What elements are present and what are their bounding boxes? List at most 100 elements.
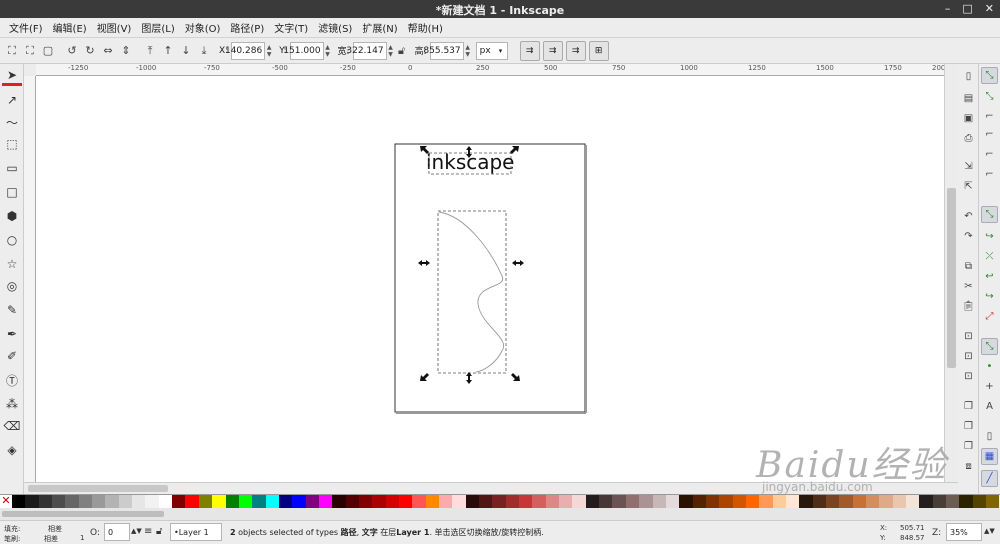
clone-icon[interactable]: ❐: [960, 418, 977, 435]
snap-bbox-midpoint-icon[interactable]: ⌐: [981, 146, 998, 163]
select-all-icon[interactable]: ⛶: [3, 42, 21, 60]
spiral-tool-icon[interactable]: ◎: [2, 276, 22, 296]
measure-tool-icon[interactable]: ▭: [2, 158, 22, 178]
copy-icon[interactable]: ⧉: [960, 258, 977, 275]
y-spinner-icon[interactable]: ▲ ▼: [324, 44, 332, 58]
scale-handle-sw[interactable]: [420, 373, 429, 381]
color-swatch[interactable]: [519, 495, 533, 509]
color-swatch[interactable]: [745, 495, 760, 509]
calligraphy-tool-icon[interactable]: ✐: [2, 346, 22, 366]
color-swatch[interactable]: [372, 495, 386, 509]
selector-tool-icon[interactable]: ➤: [2, 66, 22, 86]
scale-handle-w[interactable]: [418, 260, 430, 266]
menu-view[interactable]: 视图(V): [92, 20, 137, 35]
flip-horizontal-icon[interactable]: ⇔: [99, 42, 117, 60]
color-swatch[interactable]: [238, 495, 253, 509]
color-swatch[interactable]: [105, 495, 119, 509]
color-swatch[interactable]: [919, 495, 933, 509]
color-swatch[interactable]: [92, 495, 106, 509]
color-swatch[interactable]: [866, 495, 880, 509]
snap-bbox-center-icon[interactable]: ⌐: [981, 166, 998, 183]
color-swatch[interactable]: [385, 495, 399, 509]
color-swatch[interactable]: [78, 495, 93, 509]
move-gradients-toggle[interactable]: ⇉: [565, 40, 586, 61]
color-swatch[interactable]: [585, 495, 600, 509]
color-swatch[interactable]: [852, 495, 866, 509]
color-swatch[interactable]: [719, 495, 733, 509]
snap-smooth-icon[interactable]: ↪: [981, 288, 998, 305]
color-swatch[interactable]: [212, 495, 226, 509]
scale-corners-toggle[interactable]: ⇉: [542, 40, 563, 61]
zoom-tool-icon[interactable]: ⬚: [2, 134, 22, 154]
zoom-input[interactable]: 35%: [946, 523, 982, 541]
flip-vertical-icon[interactable]: ⇕: [117, 42, 135, 60]
print-icon[interactable]: ⎙: [960, 130, 977, 147]
color-swatch[interactable]: [65, 495, 79, 509]
snap-path-icon[interactable]: ↪: [981, 228, 998, 245]
color-swatch[interactable]: [959, 495, 973, 509]
width-input[interactable]: 322.147: [346, 41, 387, 60]
color-swatch[interactable]: [292, 495, 306, 509]
horizontal-scrollbar[interactable]: [24, 482, 958, 494]
lock-layer-icon[interactable]: 🔓︎: [156, 526, 162, 537]
lower-icon[interactable]: ↓: [177, 42, 195, 60]
color-swatch[interactable]: [679, 495, 693, 509]
x-input[interactable]: 140.286: [225, 41, 266, 60]
cut-icon[interactable]: ✂: [960, 278, 977, 295]
close-icon[interactable]: ✕: [985, 2, 994, 15]
snap-midpoint-icon[interactable]: ⤢: [981, 308, 998, 325]
color-swatch[interactable]: [599, 495, 613, 509]
snap-bbox-edge-icon[interactable]: ⌐: [981, 108, 998, 125]
open-icon[interactable]: ▤: [960, 90, 977, 107]
palette-scrollbar[interactable]: [0, 508, 1000, 520]
snap-center-icon[interactable]: •: [981, 358, 998, 375]
color-swatch[interactable]: [38, 495, 53, 509]
color-swatch[interactable]: [785, 495, 800, 509]
3d-box-tool-icon[interactable]: ⬢: [2, 206, 22, 226]
color-swatch[interactable]: [892, 495, 907, 509]
color-swatch[interactable]: [25, 495, 39, 509]
color-swatch[interactable]: [559, 495, 573, 509]
rectangle-tool-icon[interactable]: □: [2, 182, 22, 202]
color-swatch[interactable]: [332, 495, 346, 509]
color-swatch[interactable]: [145, 495, 159, 509]
menu-edit[interactable]: 编辑(E): [48, 20, 92, 35]
color-swatch[interactable]: [12, 495, 26, 509]
color-swatch[interactable]: [425, 495, 439, 509]
x-spinner-icon[interactable]: ▲ ▼: [265, 44, 273, 58]
color-swatch[interactable]: [532, 495, 546, 509]
zoom-selection-icon[interactable]: ⊡: [960, 328, 977, 345]
color-swatch[interactable]: [825, 495, 840, 509]
save-icon[interactable]: ▣: [960, 110, 977, 127]
color-swatch[interactable]: [479, 495, 493, 509]
vertical-scrollbar[interactable]: [944, 64, 958, 482]
snap-enable-icon[interactable]: ⤡: [981, 67, 998, 84]
color-swatch[interactable]: [972, 495, 987, 509]
export-icon[interactable]: ⇱: [960, 178, 977, 195]
menu-path[interactable]: 路径(P): [225, 20, 269, 35]
color-swatch[interactable]: [545, 495, 560, 509]
undo-icon[interactable]: ↶: [960, 208, 977, 225]
color-swatch[interactable]: [52, 495, 66, 509]
scale-stroke-toggle[interactable]: ⇉: [519, 40, 540, 61]
move-patterns-toggle[interactable]: ⊞: [588, 40, 609, 61]
color-swatch[interactable]: [772, 495, 786, 509]
snap-text-baseline-icon[interactable]: A: [981, 398, 998, 415]
color-swatch[interactable]: [799, 495, 813, 509]
rotate-cw-icon[interactable]: ↻: [81, 42, 99, 60]
menu-text[interactable]: 文字(T): [269, 20, 313, 35]
unlink-clone-icon[interactable]: ❐: [960, 438, 977, 455]
color-swatch[interactable]: [625, 495, 640, 509]
snap-nodes-icon[interactable]: ⤡: [981, 206, 998, 223]
zoom-page-icon[interactable]: ⊡: [960, 368, 977, 385]
lock-icon[interactable]: 🔓︎: [395, 42, 409, 60]
color-swatch[interactable]: [398, 495, 413, 509]
fill-indicator[interactable]: 相差: [48, 524, 62, 534]
color-swatch[interactable]: [452, 495, 466, 509]
color-swatch[interactable]: [412, 495, 426, 509]
color-swatch[interactable]: [358, 495, 373, 509]
color-swatch[interactable]: [305, 495, 319, 509]
snap-bbox-icon[interactable]: ⤡: [981, 88, 998, 105]
opacity-input[interactable]: 0: [104, 523, 130, 541]
color-swatch[interactable]: [879, 495, 893, 509]
